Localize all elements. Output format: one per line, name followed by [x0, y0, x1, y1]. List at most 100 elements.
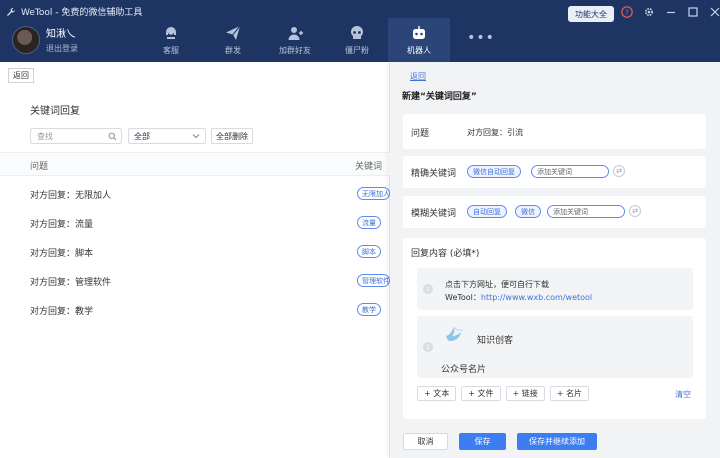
- logout-link[interactable]: 退出登录: [46, 43, 78, 54]
- user-name: 知湫乀: [46, 29, 76, 40]
- main-nav: 客服 群发 加群好友 僵尸粉 机器人 •••: [140, 18, 512, 62]
- row-question: 对方回复：教学: [30, 307, 94, 317]
- cancel-button[interactable]: 取消: [403, 433, 448, 450]
- tab-label: 机器人: [407, 45, 431, 55]
- close-icon[interactable]: [708, 5, 720, 19]
- skull-icon: [351, 25, 363, 39]
- add-keyword-input[interactable]: 添加关键词: [547, 205, 625, 218]
- table-row[interactable]: 对方回复：管理软件 管理软件: [0, 267, 390, 296]
- headset-icon: [166, 26, 176, 39]
- card-name: 知识创客: [477, 336, 514, 346]
- app-title: WeTool - 免费的微信辅助工具: [21, 8, 143, 18]
- window-controls: ?: [620, 5, 720, 19]
- wrench-icon: [7, 7, 15, 16]
- tab-customer-service[interactable]: 客服: [140, 18, 202, 62]
- row-keyword-tag: 管理软件: [357, 274, 390, 287]
- avatar[interactable]: [12, 25, 40, 54]
- reply-item-text[interactable]: 1 点击下方网址，便可自行下载 WeTool：http://www.wxb.co…: [417, 268, 693, 310]
- add-link-button[interactable]: + 链接: [505, 386, 545, 401]
- settings-icon[interactable]: [642, 5, 656, 19]
- tab-robot[interactable]: 机器人: [388, 18, 450, 62]
- download-link[interactable]: http://www.wxb.com/wetool: [481, 293, 592, 302]
- back-button[interactable]: 返回: [8, 68, 34, 83]
- title-bar: WeTool - 免费的微信辅助工具: [6, 5, 142, 18]
- reply-item-card[interactable]: 2 知识创客 公众号名片: [417, 316, 693, 378]
- keyword-tag[interactable]: 微信自动回复: [467, 165, 521, 178]
- keyword-list-panel: 返回 关键词回复 查找 全部 全部删除 问题 关键词 对方回复：无限加人 无限加…: [0, 62, 390, 458]
- tab-more[interactable]: •••: [450, 18, 512, 62]
- exact-keywords-card: 精确关键词 微信自动回复 添加关键词 ⇄: [403, 156, 706, 188]
- row-question: 对方回复：无限加人: [30, 191, 112, 201]
- fuzzy-keywords-label: 模糊关键词: [411, 209, 457, 219]
- reply-text-prefix: WeTool：: [445, 293, 481, 302]
- robot-icon: [413, 25, 425, 39]
- tab-label: 群发: [225, 45, 241, 55]
- reply-text-line: 点击下方网址，便可自行下载: [445, 280, 549, 289]
- svg-text:?: ?: [625, 9, 629, 17]
- add-keyword-input[interactable]: 添加关键词: [531, 165, 609, 178]
- question-value[interactable]: 对方回复：引流: [467, 127, 523, 138]
- keyword-tag[interactable]: 微信: [515, 205, 541, 218]
- column-keyword: 关键词: [355, 162, 383, 172]
- maximize-icon[interactable]: [686, 5, 700, 19]
- row-keyword-tag: 脚本: [357, 245, 381, 258]
- row-keyword-tag: 教学: [357, 303, 381, 316]
- reply-index: 2: [423, 342, 433, 352]
- row-question: 对方回复：流量: [30, 220, 94, 230]
- table-row[interactable]: 对方回复：流量 流量: [0, 209, 390, 238]
- app-header: WeTool - 免费的微信辅助工具 知湫乀 退出登录 客服 群发 加群好友 僵…: [0, 0, 720, 62]
- tab-add-friends[interactable]: 加群好友: [264, 18, 326, 62]
- table-header: 问题 关键词: [0, 152, 390, 176]
- reply-text: 点击下方网址，便可自行下载 WeTool：http://www.wxb.com/…: [445, 278, 592, 304]
- tab-label: 客服: [163, 45, 179, 55]
- filter-value: 全部: [134, 131, 150, 141]
- tab-label: 僵尸粉: [345, 45, 369, 55]
- clear-link[interactable]: 清空: [675, 389, 691, 400]
- reply-content-card: 回复内容 (必填*) 1 点击下方网址，便可自行下载 WeTool：http:/…: [403, 238, 706, 419]
- new-keyword-reply-panel: 返回 新建“关键词回复” 问题 对方回复：引流 精确关键词 微信自动回复 添加关…: [391, 62, 720, 458]
- chevron-down-icon: [192, 134, 200, 139]
- add-file-button[interactable]: + 文件: [461, 386, 501, 401]
- tab-label: 加群好友: [279, 45, 311, 55]
- add-text-button[interactable]: + 文本: [417, 386, 457, 401]
- add-card-button[interactable]: + 名片: [549, 386, 589, 401]
- delete-all-button[interactable]: 全部删除: [211, 128, 253, 144]
- row-question: 对方回复：管理软件: [30, 278, 112, 288]
- reply-content-label: 回复内容 (必填*): [411, 249, 480, 259]
- search-icon[interactable]: [108, 132, 117, 141]
- fuzzy-keywords-card: 模糊关键词 自动回复 微信 添加关键词 ⇄: [403, 196, 706, 228]
- row-keyword-tag: 流量: [357, 216, 381, 229]
- section-title: 关键词回复: [30, 106, 80, 117]
- table-row[interactable]: 对方回复：脚本 脚本: [0, 238, 390, 267]
- row-keyword-tag: 无限加人: [357, 187, 390, 200]
- save-and-continue-button[interactable]: 保存并继续添加: [517, 433, 597, 450]
- minimize-icon[interactable]: [664, 5, 678, 19]
- help-icon[interactable]: ?: [620, 5, 634, 19]
- add-friend-icon: [288, 26, 303, 40]
- bird-logo-icon: [446, 326, 464, 341]
- back-link[interactable]: 返回: [410, 71, 426, 82]
- swap-icon[interactable]: ⇄: [629, 205, 641, 217]
- all-features-button[interactable]: 功能大全: [568, 6, 614, 22]
- keyword-tag[interactable]: 自动回复: [467, 205, 507, 218]
- row-question: 对方回复：脚本: [30, 249, 94, 259]
- tab-broadcast[interactable]: 群发: [202, 18, 264, 62]
- filter-select[interactable]: 全部: [128, 128, 206, 144]
- question-card: 问题 对方回复：引流: [403, 114, 706, 149]
- reply-index: 1: [423, 284, 433, 294]
- tab-zombie-fans[interactable]: 僵尸粉: [326, 18, 388, 62]
- footer-actions: 取消 保存 保存并继续添加: [403, 433, 597, 450]
- panel-title: 新建“关键词回复”: [402, 92, 477, 102]
- card-type: 公众号名片: [441, 365, 487, 375]
- add-content-toolbar: + 文本 + 文件 + 链接 + 名片: [417, 386, 589, 401]
- save-button[interactable]: 保存: [459, 433, 506, 450]
- question-label: 问题: [411, 129, 430, 139]
- user-profile[interactable]: 知湫乀 退出登录: [12, 25, 78, 54]
- more-icon: •••: [467, 30, 495, 46]
- send-icon: [226, 25, 241, 40]
- swap-icon[interactable]: ⇄: [613, 165, 625, 177]
- exact-keywords-label: 精确关键词: [411, 169, 457, 179]
- table-row[interactable]: 对方回复：教学 教学: [0, 296, 390, 325]
- column-question: 问题: [30, 162, 49, 172]
- table-row[interactable]: 对方回复：无限加人 无限加人: [0, 180, 390, 209]
